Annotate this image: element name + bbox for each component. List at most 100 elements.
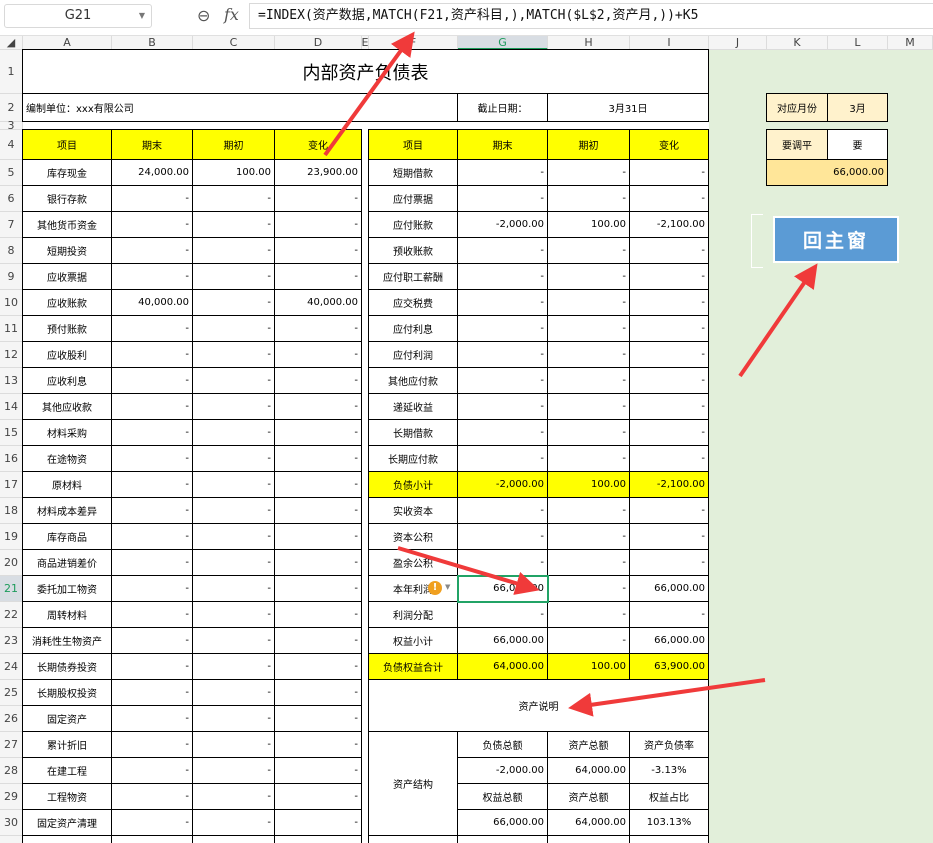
liability-value-cell[interactable]: - [547,237,630,264]
liability-value-cell[interactable]: - [457,263,548,290]
column-header[interactable]: H [548,36,630,50]
row-header[interactable]: 29 [0,784,23,810]
structure-cell[interactable]: 64,000.00 [547,757,630,784]
row-header[interactable]: 2 [0,94,23,122]
asset-item-label[interactable]: 在建工程 [22,757,112,784]
liability-value-cell[interactable]: 66,000.00 [629,627,709,654]
liability-value-cell[interactable]: -2,100.00 [629,211,709,238]
asset-value-cell[interactable]: - [274,653,362,680]
liability-value-cell[interactable]: - [457,419,548,446]
asset-value-cell[interactable]: - [274,237,362,264]
row-header[interactable]: 6 [0,186,23,212]
asset-value-cell[interactable]: - [111,315,193,342]
warning-icon[interactable]: ! [428,581,442,595]
asset-value-cell[interactable]: - [192,809,275,836]
liability-value-cell[interactable]: - [629,497,709,524]
liability-value-cell[interactable]: - [629,185,709,212]
row-header[interactable]: 21 [0,576,23,602]
month-label-cell[interactable]: 对应月份 [766,93,828,122]
asset-value-cell[interactable]: 24,000.00 [111,159,193,186]
asset-value-cell[interactable]: - [192,341,275,368]
asset-item-label[interactable]: 其他货币资金 [22,211,112,238]
asset-value-cell[interactable]: - [192,757,275,784]
asset-value-cell[interactable]: - [192,653,275,680]
asset-value-cell[interactable]: - [274,627,362,654]
asset-item-label[interactable]: 应收利息 [22,367,112,394]
asset-value-cell[interactable]: - [111,757,193,784]
asset-item-label[interactable]: 在途物资 [22,445,112,472]
asset-value-cell[interactable]: - [274,523,362,550]
liability-value-cell[interactable]: - [547,393,630,420]
asset-value-cell[interactable]: - [274,445,362,472]
asset-value-cell[interactable]: - [192,419,275,446]
structure-cell[interactable]: 负债总额 [457,731,548,758]
asset-item-label[interactable]: 原材料 [22,471,112,498]
empty-cell[interactable] [192,835,275,843]
left-header-cell[interactable]: 变化 [274,129,362,160]
balance-amount-cell[interactable]: 66,000.00 [766,159,888,186]
structure-label-cell[interactable]: 资产结构 [368,731,458,836]
asset-value-cell[interactable]: - [274,575,362,602]
balance-value-cell[interactable]: 要 [827,129,888,160]
asset-value-cell[interactable]: - [111,731,193,758]
liability-value-cell[interactable]: 64,000.00 [457,653,548,680]
spreadsheet-grid[interactable]: ◢ A B C D E F G H I J K L M 1 2 3 4 5 6 7 8 9 10 11 12 13 14 15 16 17 1… [0,36,933,843]
liability-value-cell[interactable]: - [547,315,630,342]
empty-cell[interactable] [547,835,630,843]
liability-value-cell[interactable]: 66,000.00 [629,575,709,602]
column-header[interactable]: J [709,36,767,50]
asset-value-cell[interactable]: - [192,523,275,550]
liability-value-cell[interactable]: - [457,523,548,550]
company-cell[interactable]: 编制单位：xxx有限公司 [22,93,458,122]
asset-value-cell[interactable]: - [111,497,193,524]
asset-value-cell[interactable]: - [274,367,362,394]
asset-value-cell[interactable]: - [274,601,362,628]
asset-value-cell[interactable]: - [192,367,275,394]
row-header[interactable]: 23 [0,628,23,654]
asset-value-cell[interactable]: - [192,315,275,342]
liability-value-cell[interactable]: - [457,497,548,524]
asset-item-label[interactable]: 长期股权投资 [22,679,112,706]
liability-item-label[interactable]: 资本公积 [368,523,458,550]
liability-item-label[interactable]: 短期借款 [368,159,458,186]
liability-value-cell[interactable]: - [457,315,548,342]
asset-value-cell[interactable]: - [192,601,275,628]
row-header[interactable]: 15 [0,420,23,446]
liability-value-cell[interactable]: - [629,263,709,290]
asset-value-cell[interactable]: - [111,679,193,706]
liability-value-cell[interactable]: - [547,575,630,602]
column-header[interactable]: L [828,36,888,50]
back-to-main-button[interactable]: 回主窗 [773,216,899,263]
asset-value-cell[interactable]: - [192,731,275,758]
liability-value-cell[interactable]: - [547,159,630,186]
liability-value-cell[interactable]: 66,000.00 [457,575,548,602]
chevron-down-icon[interactable]: ▼ [139,5,145,27]
row-header[interactable]: 18 [0,498,23,524]
structure-cell[interactable]: -3.13% [629,757,709,784]
asset-item-label[interactable]: 固定资产 [22,705,112,732]
liability-item-label[interactable]: 长期应付款 [368,445,458,472]
asset-value-cell[interactable]: - [111,211,193,238]
liability-item-label[interactable]: 应付账款 [368,211,458,238]
liability-item-label[interactable]: 权益小计 [368,627,458,654]
left-header-cell[interactable]: 期末 [111,129,193,160]
asset-item-label[interactable]: 应收股利 [22,341,112,368]
empty-cell[interactable] [22,835,112,843]
liability-value-cell[interactable]: - [547,289,630,316]
liability-value-cell[interactable]: - [629,237,709,264]
asset-value-cell[interactable]: - [111,263,193,290]
empty-cell[interactable] [368,835,458,843]
asset-item-label[interactable]: 预付账款 [22,315,112,342]
liability-value-cell[interactable]: - [629,549,709,576]
row-header[interactable]: 1 [0,50,23,94]
structure-cell[interactable]: 资产负债率 [629,731,709,758]
liability-value-cell[interactable]: - [457,185,548,212]
liability-value-cell[interactable]: 100.00 [547,653,630,680]
column-header[interactable]: M [888,36,933,50]
liability-value-cell[interactable]: - [629,445,709,472]
asset-item-label[interactable]: 银行存款 [22,185,112,212]
liability-value-cell[interactable]: - [457,549,548,576]
liability-value-cell[interactable]: - [547,419,630,446]
asset-value-cell[interactable]: - [274,185,362,212]
asset-value-cell[interactable]: - [274,497,362,524]
